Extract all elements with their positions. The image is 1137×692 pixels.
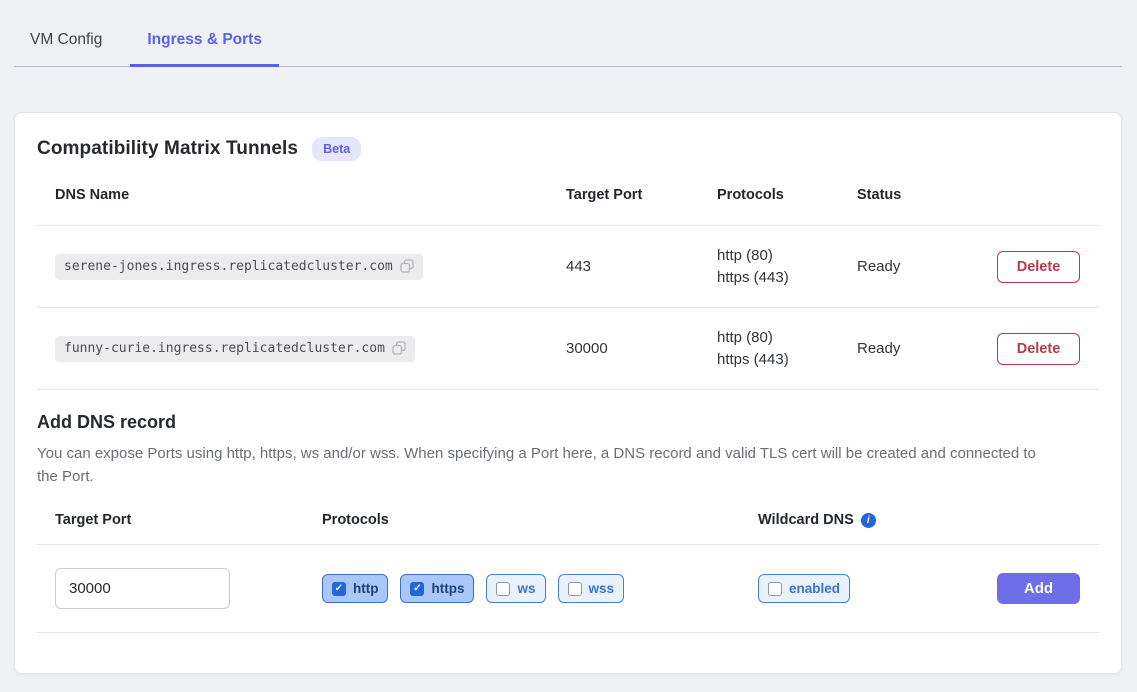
info-icon[interactable]: i <box>861 513 876 528</box>
beta-badge: Beta <box>312 137 361 161</box>
protocol-checkbox-http[interactable]: http <box>322 574 388 603</box>
card-title-row: Compatibility Matrix Tunnels Beta <box>37 137 1099 173</box>
add-button[interactable]: Add <box>997 573 1080 604</box>
dns-name-pill: serene-jones.ingress.replicatedcluster.c… <box>55 254 423 280</box>
col-header-target-port: Target Port <box>566 187 717 203</box>
delete-button[interactable]: Delete <box>997 333 1080 365</box>
status-value: Ready <box>857 340 997 357</box>
protocol-value: https (443) <box>717 349 857 371</box>
table-row: serene-jones.ingress.replicatedcluster.c… <box>37 226 1099 307</box>
delete-button[interactable]: Delete <box>997 251 1080 283</box>
protocol-checkbox-https[interactable]: https <box>400 574 474 603</box>
checkbox-icon <box>410 582 424 596</box>
checkbox-icon <box>568 582 582 596</box>
col-header-status: Status <box>857 187 997 203</box>
label-protocols: Protocols <box>322 512 758 528</box>
dns-name-text: serene-jones.ingress.replicatedcluster.c… <box>64 259 393 274</box>
add-dns-form-row: http https ws wss enabled Add <box>37 545 1099 632</box>
copy-icon[interactable] <box>400 259 414 273</box>
checkbox-icon <box>768 582 782 596</box>
dns-name-text: funny-curie.ingress.replicatedcluster.co… <box>64 341 385 356</box>
checkbox-icon <box>496 582 510 596</box>
tab-vm-config[interactable]: VM Config <box>30 31 102 66</box>
add-dns-title: Add DNS record <box>37 412 1099 433</box>
col-header-dns-name: DNS Name <box>55 187 566 203</box>
tab-bar: VM Config Ingress & Ports <box>14 0 1122 67</box>
label-wildcard-dns: Wildcard DNS i <box>758 512 997 528</box>
target-port-input[interactable] <box>55 568 230 609</box>
form-labels-row: Target Port Protocols Wildcard DNS i <box>37 488 1099 544</box>
table-header: DNS Name Target Port Protocols Status <box>37 173 1099 225</box>
dns-name-pill: funny-curie.ingress.replicatedcluster.co… <box>55 336 415 362</box>
protocol-checkbox-ws[interactable]: ws <box>486 574 545 603</box>
divider <box>37 389 1099 390</box>
protocol-checkbox-wss[interactable]: wss <box>558 574 625 603</box>
protocol-options: http https ws wss <box>322 574 758 603</box>
tab-ingress-ports[interactable]: Ingress & Ports <box>130 31 279 67</box>
label-target-port: Target Port <box>55 512 322 528</box>
tunnels-card: Compatibility Matrix Tunnels Beta DNS Na… <box>14 112 1122 674</box>
target-port-value: 30000 <box>566 340 717 357</box>
protocol-value: http (80) <box>717 327 857 349</box>
protocol-value: https (443) <box>717 267 857 289</box>
wildcard-enabled-checkbox[interactable]: enabled <box>758 574 850 603</box>
col-header-protocols: Protocols <box>717 187 857 203</box>
protocol-value: http (80) <box>717 245 857 267</box>
copy-icon[interactable] <box>392 341 406 355</box>
table-body: serene-jones.ingress.replicatedcluster.c… <box>37 226 1099 390</box>
table-row: funny-curie.ingress.replicatedcluster.co… <box>37 308 1099 389</box>
checkbox-icon <box>332 582 346 596</box>
card-title: Compatibility Matrix Tunnels <box>37 138 298 160</box>
add-dns-description: You can expose Ports using http, https, … <box>37 443 1047 488</box>
target-port-value: 443 <box>566 258 717 275</box>
status-value: Ready <box>857 258 997 275</box>
